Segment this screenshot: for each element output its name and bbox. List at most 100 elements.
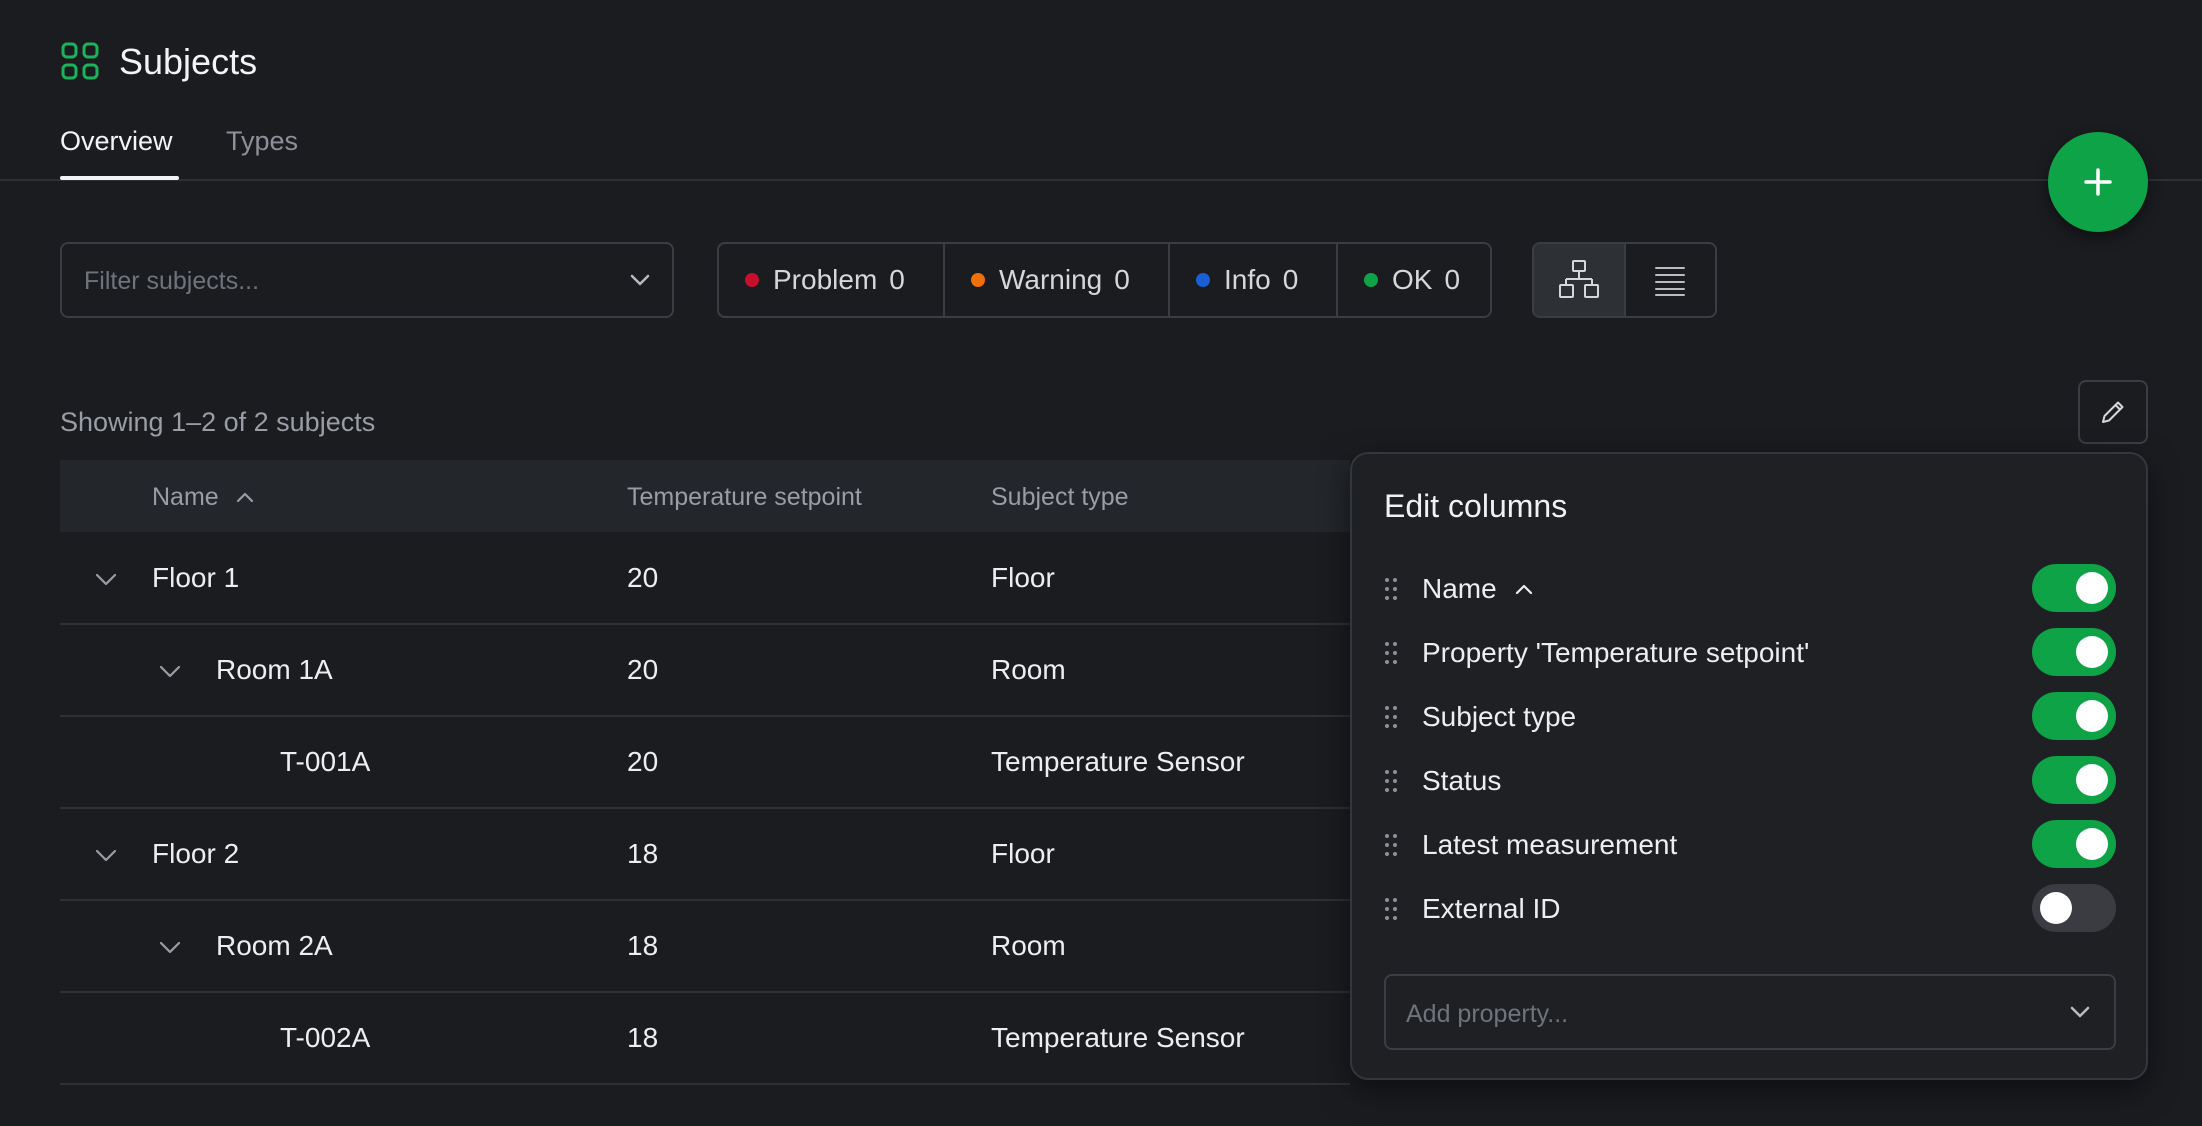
status-count: 0 — [1444, 264, 1461, 295]
grid-icon — [60, 41, 100, 81]
plus-icon — [2084, 168, 2112, 196]
column-toggle[interactable] — [2032, 692, 2116, 740]
sort-ascending-icon — [236, 492, 253, 503]
results-summary: Showing 1–2 of 2 subjects — [60, 407, 376, 437]
column-header-temperature-setpoint[interactable]: Temperature setpoint — [627, 482, 862, 512]
status-label: OK — [1392, 264, 1433, 295]
status-filter-group: Problem 0 Warning 0 Info 0 OK 0 — [717, 242, 1492, 318]
page-title: Subjects — [119, 41, 258, 82]
expand-chevron-icon[interactable] — [155, 932, 185, 962]
add-property-select[interactable]: Add property... — [1384, 974, 2116, 1050]
cell-setpoint: 18 — [627, 838, 659, 869]
column-option-text: Name — [1422, 573, 1497, 604]
column-header-subject-type[interactable]: Subject type — [991, 482, 1129, 512]
status-label: Problem — [773, 264, 878, 295]
column-header-label: Name — [152, 483, 219, 511]
cell-name: Room 2A — [216, 930, 333, 961]
tree-view-button[interactable] — [1534, 244, 1626, 316]
warning-dot-icon — [971, 273, 985, 287]
table-row[interactable]: T-002A 18 Temperature Sensor — [60, 993, 1350, 1085]
column-option-label: External ID — [1422, 893, 1561, 924]
column-option-name: Name — [1384, 564, 2116, 616]
column-option-label: Latest measurement — [1422, 829, 1678, 860]
column-toggle[interactable] — [2032, 564, 2116, 612]
tab-types[interactable]: Types — [226, 124, 298, 158]
info-dot-icon — [1196, 273, 1210, 287]
column-toggle[interactable] — [2032, 884, 2116, 932]
popover-title: Edit columns — [1384, 488, 1568, 524]
column-option-external-id: External ID — [1384, 884, 2116, 936]
edit-columns-button[interactable] — [2078, 380, 2148, 444]
cell-name: T-002A — [280, 1022, 371, 1053]
active-tab-indicator — [60, 176, 179, 180]
table-row[interactable]: Room 2A 18 Room — [60, 901, 1350, 993]
column-option-label: Name — [1422, 572, 1536, 606]
expand-chevron-icon[interactable] — [155, 656, 185, 686]
column-option-temperature-setpoint: Property 'Temperature setpoint' — [1384, 628, 2116, 680]
column-header-name[interactable]: Name — [152, 482, 256, 512]
pencil-icon — [2102, 401, 2124, 423]
header-divider — [0, 179, 2202, 181]
status-count: 0 — [1114, 264, 1130, 295]
cell-subject-type: Room — [991, 654, 1066, 685]
chevron-down-icon — [2066, 998, 2094, 1026]
add-property-placeholder: Add property... — [1406, 1000, 1569, 1028]
view-toggle — [1532, 242, 1717, 318]
column-option-label: Status — [1422, 765, 1502, 796]
table-row[interactable]: Room 1A 20 Room — [60, 625, 1350, 717]
cell-setpoint: 20 — [627, 654, 659, 685]
column-option-latest-measurement: Latest measurement — [1384, 820, 2116, 872]
status-filter-warning[interactable]: Warning 0 — [945, 244, 1170, 316]
column-toggle[interactable] — [2032, 820, 2116, 868]
hierarchy-icon — [1558, 260, 1599, 298]
list-icon — [1655, 267, 1686, 296]
expand-chevron-icon[interactable] — [91, 840, 121, 870]
cell-name: Room 1A — [216, 654, 333, 685]
cell-setpoint: 18 — [627, 1022, 659, 1053]
table-row[interactable]: Floor 1 20 Floor — [60, 533, 1350, 625]
cell-name: T-001A — [280, 746, 371, 777]
cell-subject-type: Floor — [991, 562, 1055, 593]
status-label: Info — [1224, 264, 1271, 295]
column-option-label: Property 'Temperature setpoint' — [1422, 637, 1810, 668]
status-filter-info[interactable]: Info 0 — [1170, 244, 1338, 316]
status-filter-ok[interactable]: OK 0 — [1338, 244, 1490, 316]
column-toggle[interactable] — [2032, 756, 2116, 804]
status-count: 0 — [889, 264, 905, 295]
cell-setpoint: 20 — [627, 746, 659, 777]
chevron-down-icon — [626, 266, 654, 294]
column-option-label: Subject type — [1422, 701, 1577, 732]
tab-overview[interactable]: Overview — [60, 124, 173, 158]
column-option-status: Status — [1384, 756, 2116, 808]
drag-handle-icon[interactable] — [1384, 768, 1398, 794]
status-count: 0 — [1282, 264, 1299, 295]
ok-dot-icon — [1364, 273, 1378, 287]
drag-handle-icon[interactable] — [1384, 704, 1398, 730]
table-header: Name Temperature setpoint Subject type — [60, 460, 1350, 532]
drag-handle-icon[interactable] — [1384, 896, 1398, 922]
table-row[interactable]: Floor 2 18 Floor — [60, 809, 1350, 901]
cell-subject-type: Room — [991, 930, 1066, 961]
filter-subjects-select[interactable]: Filter subjects... — [60, 242, 674, 318]
column-option-subject-type: Subject type — [1384, 692, 2116, 744]
problem-dot-icon — [745, 273, 759, 287]
cell-setpoint: 20 — [627, 562, 659, 593]
edit-columns-popover: Edit columns Name Property 'Temperature … — [1350, 452, 2148, 1080]
status-label: Warning — [999, 264, 1103, 295]
sort-ascending-icon — [1516, 584, 1533, 595]
cell-subject-type: Floor — [991, 838, 1055, 869]
list-view-button[interactable] — [1626, 244, 1716, 316]
drag-handle-icon[interactable] — [1384, 576, 1398, 602]
drag-handle-icon[interactable] — [1384, 640, 1398, 666]
add-subject-button[interactable] — [2048, 132, 2148, 232]
cell-setpoint: 18 — [627, 930, 659, 961]
cell-subject-type: Temperature Sensor — [991, 1022, 1245, 1053]
filter-placeholder: Filter subjects... — [84, 267, 260, 295]
drag-handle-icon[interactable] — [1384, 832, 1398, 858]
cell-name: Floor 1 — [152, 562, 240, 593]
table-row[interactable]: T-001A 20 Temperature Sensor — [60, 717, 1350, 809]
cell-subject-type: Temperature Sensor — [991, 746, 1245, 777]
column-toggle[interactable] — [2032, 628, 2116, 676]
status-filter-problem[interactable]: Problem 0 — [719, 244, 945, 316]
expand-chevron-icon[interactable] — [91, 564, 121, 594]
